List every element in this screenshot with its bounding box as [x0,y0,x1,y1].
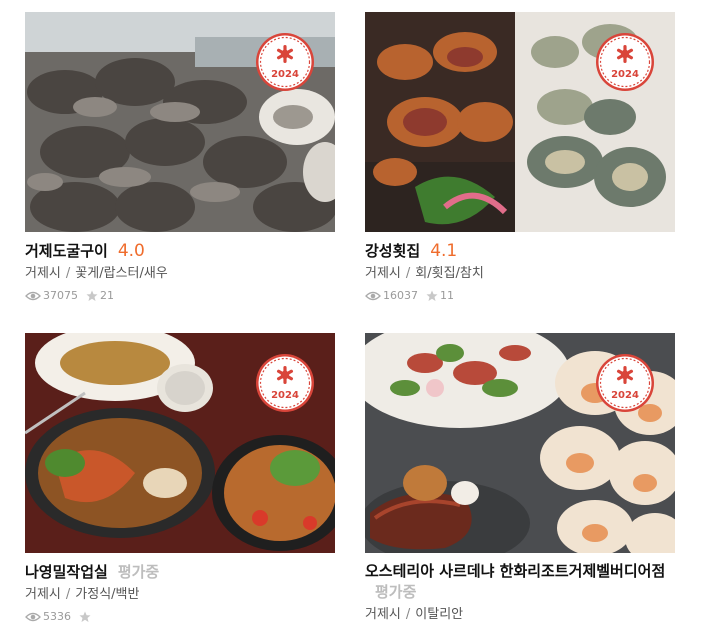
restaurant-category: 이탈리안 [415,607,464,622]
restaurant-score: 4.0 [117,241,145,261]
asterisk-badge-icon [255,32,315,92]
eye-icon [25,291,41,300]
star-icon [86,290,98,301]
restaurant-name[interactable]: 거제도굴구이 [25,241,108,261]
view-count: 37075 [25,289,78,302]
favorite-count: 21 [86,289,114,302]
restaurant-category: 회/횟집/참치 [415,266,484,281]
restaurant-score: 4.1 [430,241,458,261]
restaurant-category: 가정식/백반 [75,587,140,602]
restaurant-photo[interactable]: 2024 [25,12,335,232]
restaurant-location: 거제시 [365,266,401,281]
restaurant-stats: 16037 11 [365,289,675,302]
star-icon [79,611,91,622]
asterisk-badge-icon [595,353,655,413]
restaurant-card[interactable]: 2024 나영밀작업실 평가중 거제시 / 가정식/백반 5336 [25,333,335,623]
restaurant-photo[interactable]: 2024 [365,333,675,553]
restaurant-photo[interactable]: 2024 [365,12,675,232]
eye-icon [365,291,381,300]
view-count: 5336 [25,610,71,623]
restaurant-name[interactable]: 강성횟집 [365,241,420,261]
restaurant-location: 거제시 [25,266,61,281]
restaurant-stats: 5336 [25,610,335,623]
restaurant-card[interactable]: 2024 거제도굴구이 4.0 거제시 / 꽃게/랍스터/새우 37075 21 [25,12,335,302]
badge-year: 2024 [611,69,639,80]
award-badge: 2024 [595,32,655,92]
restaurant-name[interactable]: 나영밀작업실 [25,562,108,582]
restaurant-location: 거제시 [365,607,401,622]
restaurant-card[interactable]: 2024 강성횟집 4.1 거제시 / 회/횟집/참치 16037 11 [365,12,675,302]
award-badge: 2024 [255,353,315,413]
badge-year: 2024 [611,390,639,401]
view-count: 16037 [365,289,418,302]
restaurant-photo[interactable]: 2024 [25,333,335,553]
favorite-count: 11 [426,289,454,302]
restaurant-meta: 거제시 / 이탈리안 [365,607,464,622]
star-icon [426,290,438,301]
restaurant-meta: 거제시 / 가정식/백반 [25,587,140,602]
award-badge: 2024 [595,353,655,413]
restaurant-meta: 거제시 / 꽃게/랍스터/새우 [25,266,168,281]
restaurant-stats: 37075 21 [25,289,335,302]
restaurant-score: 평가중 [117,563,160,581]
restaurant-card[interactable]: 2024 오스테리아 사르데냐 한화리조트거제벨버디어점 평가중 거제시 / 이탈리… [365,333,675,624]
asterisk-badge-icon [595,32,655,92]
badge-year: 2024 [271,390,299,401]
restaurant-category: 꽃게/랍스터/새우 [75,266,168,281]
asterisk-badge-icon [255,353,315,413]
favorite-count [79,611,93,623]
restaurant-location: 거제시 [25,587,61,602]
eye-icon [25,612,41,621]
restaurant-name[interactable]: 오스테리아 사르데냐 한화리조트거제벨버디어점 [365,562,670,580]
restaurant-meta: 거제시 / 회/횟집/참치 [365,266,484,281]
restaurant-score: 평가중 [375,583,417,601]
badge-year: 2024 [271,69,299,80]
award-badge: 2024 [255,32,315,92]
